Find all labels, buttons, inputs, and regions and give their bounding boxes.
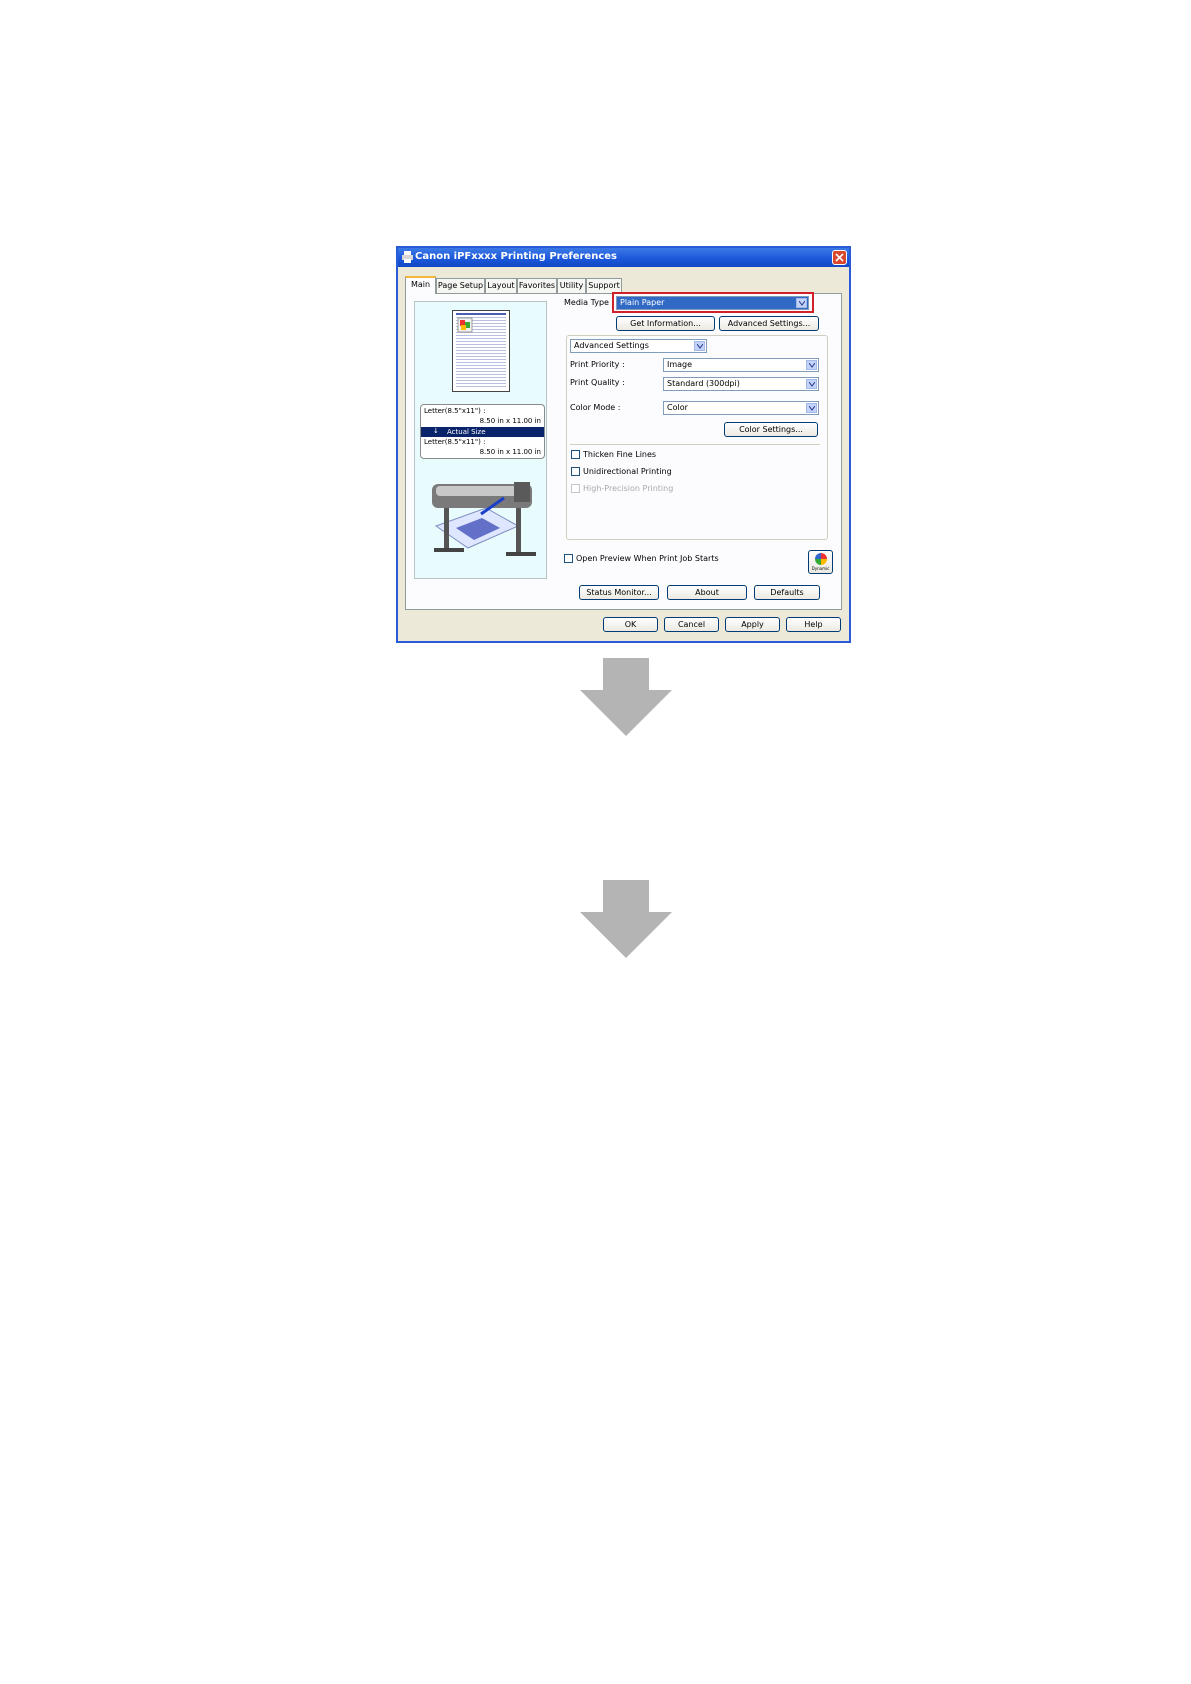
chevron-down-icon (697, 344, 703, 349)
down-arrow-icon (580, 658, 672, 736)
status-monitor-button[interactable]: Status Monitor... (579, 585, 659, 600)
color-icon-label: Dynamic (811, 566, 830, 571)
print-quality-label: Print Quality : (570, 378, 625, 387)
window-title: Canon iPFxxxx Printing Preferences (415, 251, 617, 262)
color-wheel-icon (815, 553, 827, 565)
close-button[interactable] (832, 250, 847, 265)
unidirectional-printing-checkbox[interactable] (571, 467, 580, 476)
tab-favorites[interactable]: Favorites (517, 278, 557, 293)
about-button[interactable]: About (667, 585, 747, 600)
media-type-label: Media Type : (564, 298, 615, 307)
print-priority-dropdown[interactable]: Image (663, 358, 819, 372)
get-information-button[interactable]: Get Information... (616, 316, 715, 331)
thicken-fine-lines-label: Thicken Fine Lines (583, 450, 657, 459)
print-priority-label: Print Priority : (570, 360, 625, 369)
color-mode-label: Color Mode : (570, 403, 621, 412)
divider (570, 444, 820, 445)
tab-utility[interactable]: Utility (557, 278, 586, 293)
size-info-box: Letter(8.5"x11") : 8.50 in x 11.00 in ↓ … (420, 404, 545, 459)
color-settings-button[interactable]: Color Settings... (724, 422, 818, 437)
color-mode-value: Color (667, 403, 688, 412)
tab-page-setup[interactable]: Page Setup (436, 278, 485, 293)
defaults-button[interactable]: Defaults (754, 585, 820, 600)
source-dims: 8.50 in x 11.00 in (479, 417, 541, 425)
output-size-label: Letter(8.5"x11") : (424, 438, 486, 446)
title-bar: Canon iPFxxxx Printing Preferences (398, 248, 849, 267)
print-quality-value: Standard (300dpi) (667, 379, 740, 388)
mode-dropdown[interactable]: Advanced Settings (570, 339, 707, 353)
color-mode-dropdown[interactable]: Color (663, 401, 819, 415)
dropdown-arrow[interactable] (694, 341, 705, 351)
scaling-label: Actual Size (447, 428, 486, 436)
print-quality-dropdown[interactable]: Standard (300dpi) (663, 377, 819, 391)
dropdown-arrow[interactable] (806, 360, 817, 370)
advanced-settings-button[interactable]: Advanced Settings... (719, 316, 819, 331)
high-precision-printing-label: High-Precision Printing (583, 484, 674, 493)
media-type-dropdown[interactable]: Plain Paper (616, 296, 809, 310)
close-icon (835, 253, 844, 262)
chevron-down-icon (799, 301, 805, 306)
thicken-fine-lines-checkbox[interactable] (571, 450, 580, 459)
down-arrow-icon: ↓ (433, 427, 439, 435)
unidirectional-printing-label: Unidirectional Printing (583, 467, 672, 476)
dropdown-arrow[interactable] (796, 298, 807, 308)
tab-support[interactable]: Support (586, 278, 622, 293)
dropdown-arrow[interactable] (806, 403, 817, 413)
cancel-button[interactable]: Cancel (664, 617, 719, 632)
printer-illustration (432, 482, 536, 556)
down-arrow-icon (580, 880, 672, 958)
page-preview-icon (452, 310, 510, 392)
open-preview-label: Open Preview When Print Job Starts (576, 554, 719, 563)
tab-layout[interactable]: Layout (485, 278, 517, 293)
apply-button[interactable]: Apply (725, 617, 780, 632)
tab-main[interactable]: Main (405, 276, 436, 294)
high-precision-printing-checkbox (571, 484, 580, 493)
color-adjust-button[interactable]: Dynamic (808, 550, 833, 574)
dropdown-arrow[interactable] (806, 379, 817, 389)
printer-icon (402, 251, 413, 263)
output-dims: 8.50 in x 11.00 in (479, 448, 541, 456)
help-button[interactable]: Help (786, 617, 841, 632)
media-type-value: Plain Paper (620, 298, 665, 307)
open-preview-checkbox[interactable] (564, 554, 573, 563)
ok-button[interactable]: OK (603, 617, 658, 632)
chevron-down-icon (809, 363, 815, 368)
chevron-down-icon (809, 382, 815, 387)
printing-preferences-dialog: Canon iPFxxxx Printing Preferences Main … (396, 246, 851, 643)
mode-value: Advanced Settings (574, 341, 649, 350)
source-size-label: Letter(8.5"x11") : (424, 407, 486, 415)
chevron-down-icon (809, 406, 815, 411)
print-priority-value: Image (667, 360, 693, 369)
